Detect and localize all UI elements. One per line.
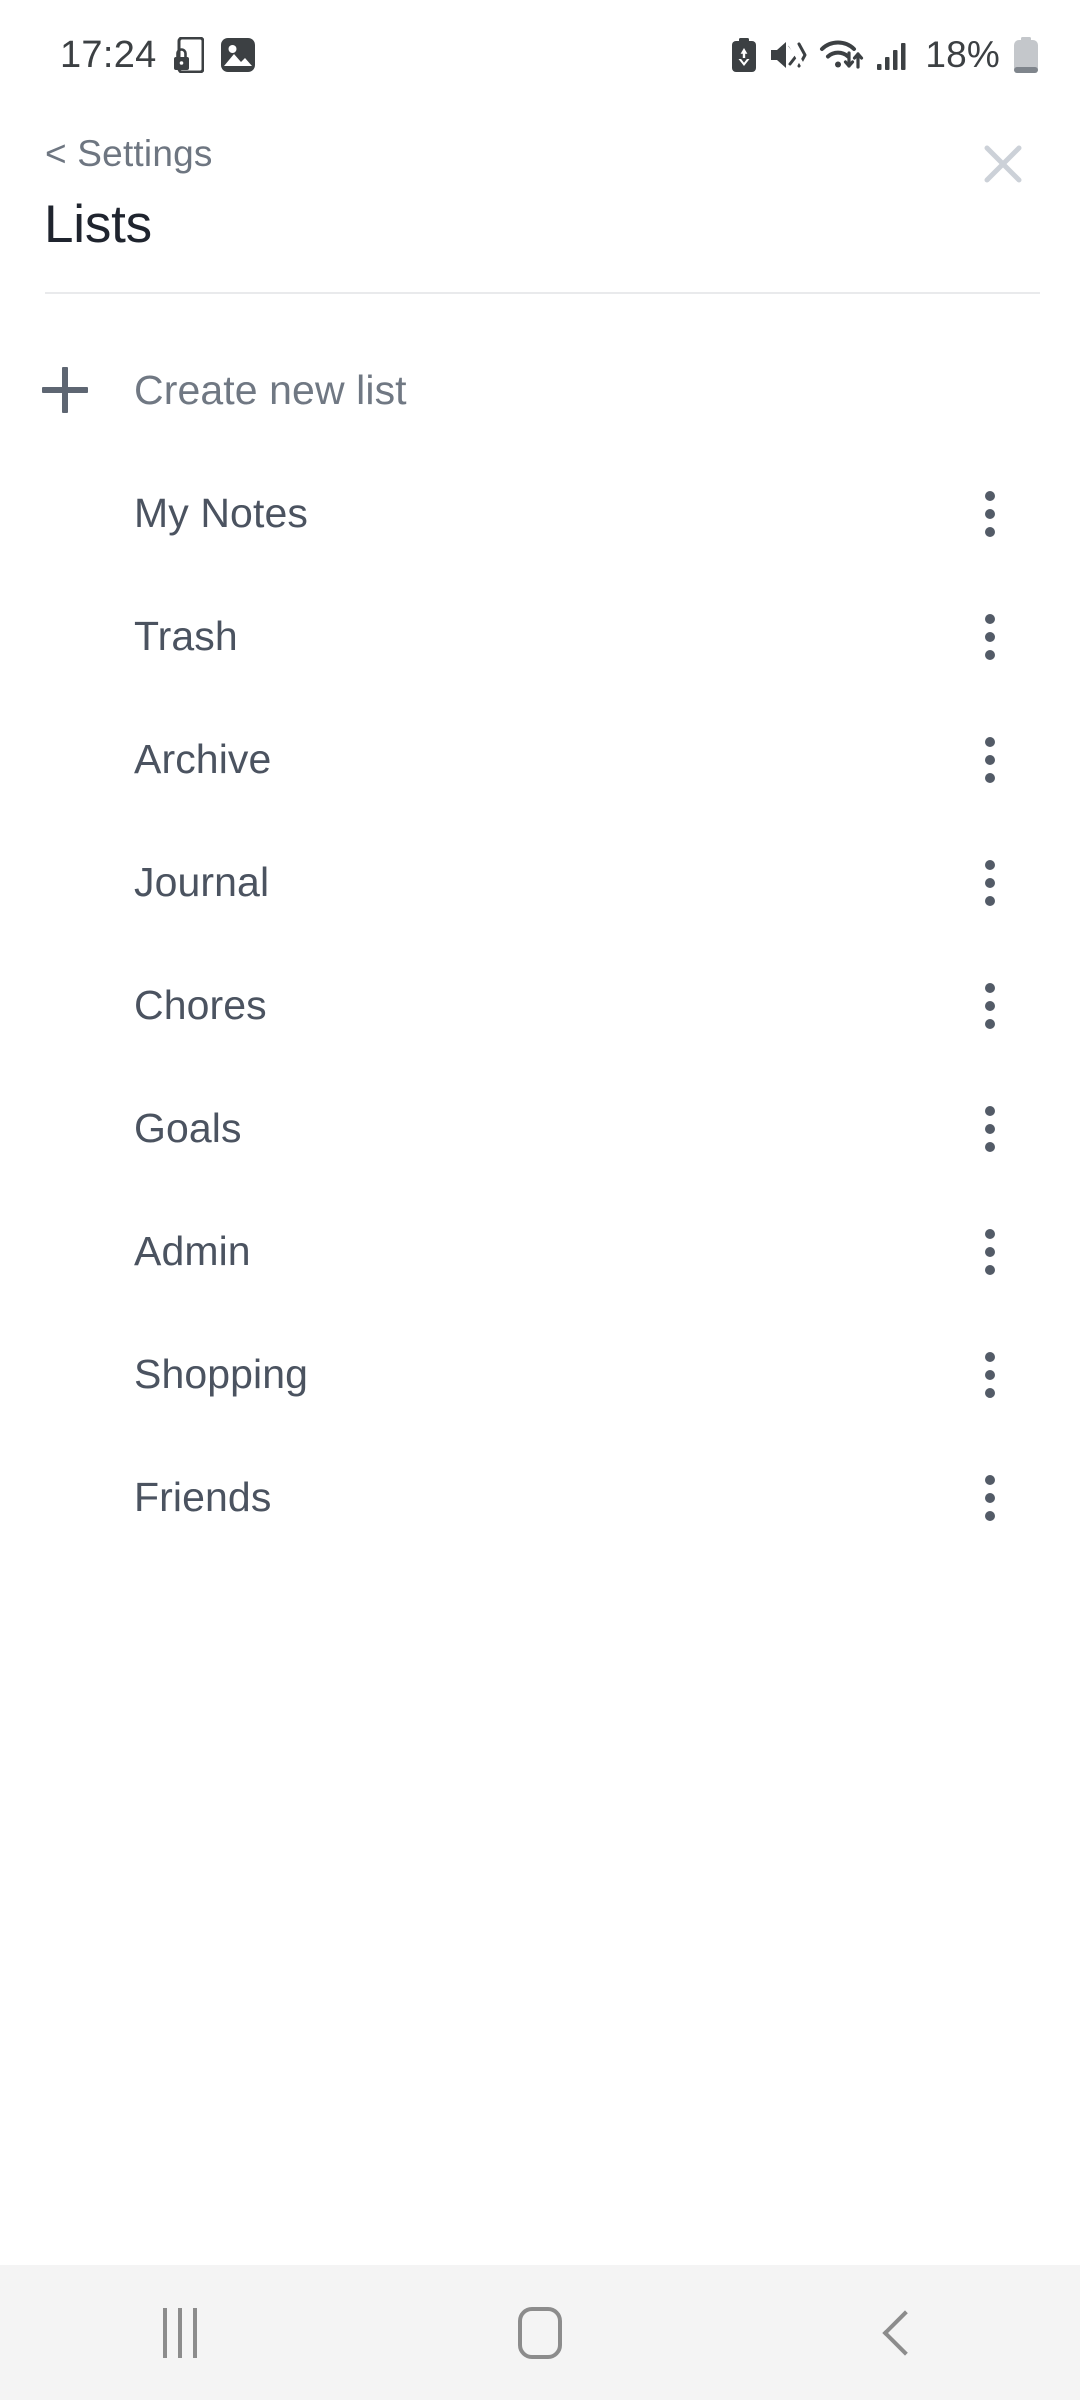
list-row[interactable]: Goals: [0, 1067, 1080, 1190]
home-button[interactable]: [440, 2265, 640, 2400]
recents-icon: [163, 2307, 197, 2358]
list-row[interactable]: Archive: [0, 698, 1080, 821]
list-item-label: Shopping: [134, 1351, 309, 1397]
status-clock: 17:24: [60, 33, 157, 76]
close-button[interactable]: [968, 131, 1038, 201]
back-button[interactable]: [800, 2265, 1000, 2400]
status-bar-right: 18%: [731, 34, 1038, 76]
close-icon: [981, 142, 1025, 191]
plus-icon: [42, 367, 88, 413]
battery-icon: [1014, 37, 1038, 73]
kebab-menu-icon[interactable]: [956, 1341, 1024, 1409]
list-item-label: Friends: [134, 1474, 272, 1520]
kebab-menu-icon[interactable]: [956, 480, 1024, 548]
signal-bars-icon: [877, 40, 909, 70]
kebab-menu-icon[interactable]: [956, 849, 1024, 917]
list-item-label: Admin: [134, 1228, 251, 1274]
create-new-list-button[interactable]: Create new list: [0, 345, 1080, 435]
header-divider: [45, 292, 1040, 294]
back-icon: [882, 2309, 928, 2356]
list-row[interactable]: Chores: [0, 944, 1080, 1067]
list-item-label: Trash: [134, 613, 238, 659]
kebab-menu-icon[interactable]: [956, 1218, 1024, 1286]
breadcrumb-back-settings[interactable]: < Settings: [45, 135, 213, 172]
page-header: < Settings Lists: [0, 110, 1080, 293]
home-icon: [518, 2306, 562, 2359]
kebab-menu-icon[interactable]: [956, 1464, 1024, 1532]
list-item-label: Chores: [134, 982, 267, 1028]
list-row[interactable]: Friends: [0, 1436, 1080, 1559]
kebab-menu-icon[interactable]: [956, 726, 1024, 794]
create-new-list-label: Create new list: [134, 367, 407, 413]
kebab-menu-icon[interactable]: [956, 972, 1024, 1040]
recents-button[interactable]: [80, 2265, 280, 2400]
kebab-menu-icon[interactable]: [956, 603, 1024, 671]
android-navigation-bar: [0, 2265, 1080, 2400]
status-bar-left: 17:24: [60, 34, 255, 77]
gallery-image-icon: [220, 38, 255, 72]
phone-lock-icon: [173, 37, 204, 73]
mute-vibrate-icon: [769, 39, 808, 71]
lists-container: My Notes Trash Archive Journal Chores Goals Ad…: [0, 452, 1080, 1559]
list-item-label: Journal: [134, 859, 270, 905]
list-row[interactable]: Journal: [0, 821, 1080, 944]
wifi-data-icon: [819, 38, 865, 72]
power-saving-icon: [731, 38, 757, 72]
list-item-label: Archive: [134, 736, 272, 782]
status-bar: 17:24 18%: [0, 0, 1080, 110]
page-title: Lists: [44, 195, 152, 254]
list-item-label: My Notes: [134, 490, 308, 536]
list-row[interactable]: My Notes: [0, 452, 1080, 575]
phone-screen: 17:24 18% < Settings Lists Create new li…: [0, 0, 1080, 2400]
list-item-label: Goals: [134, 1105, 242, 1151]
kebab-menu-icon[interactable]: [956, 1095, 1024, 1163]
list-row[interactable]: Trash: [0, 575, 1080, 698]
list-row[interactable]: Admin: [0, 1190, 1080, 1313]
battery-percent-label: 18%: [925, 34, 1000, 75]
list-row[interactable]: Shopping: [0, 1313, 1080, 1436]
